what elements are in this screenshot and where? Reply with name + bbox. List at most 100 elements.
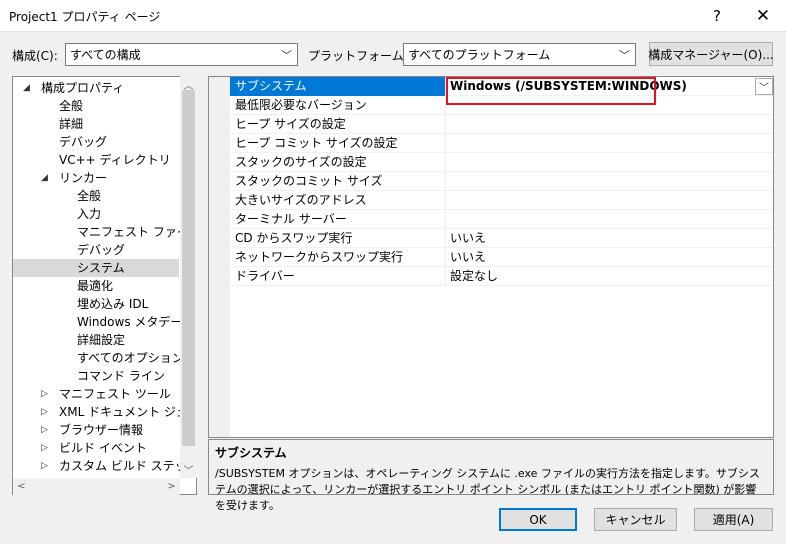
apply-button[interactable]: 適用(A)	[694, 508, 773, 531]
expand-arrow-icon[interactable]: ▷	[41, 457, 48, 475]
tree-item-label: 埋め込み IDL	[77, 297, 149, 311]
property-value[interactable]: 設定なし	[447, 267, 773, 286]
grid-row-gutter	[209, 191, 230, 210]
tree-item[interactable]: 全般	[13, 187, 179, 205]
window-title: Project1 プロパティ ページ	[9, 10, 161, 24]
tree-item[interactable]: ▷ ブラウザー情報	[13, 421, 179, 439]
platform-dropdown[interactable]: すべてのプラットフォーム ﹀	[403, 43, 636, 66]
tree-item[interactable]: システム	[13, 259, 179, 277]
tree-item-label: ビルド イベント	[59, 441, 147, 455]
property-value[interactable]	[447, 172, 773, 191]
tree-item[interactable]: 全般	[13, 97, 179, 115]
tree-item-label: マニフェスト ファイル	[77, 225, 197, 239]
tree-item[interactable]: コマンド ライン	[13, 367, 179, 385]
grid-row[interactable]: スタックのコミット サイズ	[209, 172, 773, 191]
expand-arrow-icon[interactable]: ▷	[41, 439, 48, 457]
property-value[interactable]	[447, 210, 773, 229]
scroll-left-icon[interactable]: <	[13, 478, 30, 495]
grid-row[interactable]: ヒープ コミット サイズの設定	[209, 134, 773, 153]
collapse-arrow-icon[interactable]: ◢	[23, 79, 30, 97]
tree-item-label: VC++ ディレクトリ	[59, 153, 171, 167]
property-value[interactable]	[447, 134, 773, 153]
tree-item-label: 構成プロパティ	[41, 81, 125, 95]
grid-row[interactable]: ネットワークからスワップ実行 いいえ	[209, 248, 773, 267]
tree-item[interactable]: 入力	[13, 205, 179, 223]
tree-item[interactable]: ▷ ビルド イベント	[13, 439, 179, 457]
description-title: サブシステム	[215, 446, 287, 460]
tree-item[interactable]: ▷ カスタム ビルド ステップ	[13, 457, 196, 475]
tree-item-label: 詳細設定	[77, 333, 126, 347]
property-name[interactable]: ターミナル サーバー	[230, 210, 446, 229]
cancel-button[interactable]: キャンセル	[594, 508, 677, 531]
value-dropdown-chevron-icon[interactable]: ﹀	[755, 78, 773, 95]
tree-item[interactable]: 最適化	[13, 277, 179, 295]
tree-scroll-thumb[interactable]	[182, 90, 195, 446]
tree-item[interactable]: マニフェスト ファイル	[13, 223, 196, 241]
chevron-down-icon: ﹀	[619, 49, 630, 62]
tree-item[interactable]: ▷ マニフェスト ツール	[13, 385, 179, 403]
collapse-arrow-icon[interactable]: ◢	[41, 169, 48, 187]
config-manager-button[interactable]: 構成マネージャー(O)...	[648, 42, 774, 66]
expand-arrow-icon[interactable]: ▷	[41, 421, 48, 439]
grid-row-gutter	[209, 172, 230, 191]
tree-item[interactable]: 詳細設定	[13, 331, 179, 349]
grid-row[interactable]: ヒープ サイズの設定	[209, 115, 773, 134]
property-value[interactable]	[447, 153, 773, 172]
tree-item[interactable]: VC++ ディレクトリ	[13, 151, 179, 169]
tree-item[interactable]: デバッグ	[13, 241, 179, 259]
tree-item[interactable]: ◢ リンカー	[13, 169, 179, 187]
property-tree[interactable]: ◢ 構成プロパティ 全般 詳細 デバッグ VC++ ディレクトリ ◢ リンカー 全般 入力 マニフェ…	[12, 76, 197, 495]
expand-arrow-icon[interactable]: ▷	[41, 385, 48, 403]
property-name[interactable]: ネットワークからスワップ実行	[230, 248, 446, 267]
grid-row[interactable]: ターミナル サーバー	[209, 210, 773, 229]
property-name[interactable]: 最低限必要なバージョン	[230, 96, 446, 115]
tree-item-label: コマンド ライン	[77, 369, 165, 383]
property-value[interactable]	[447, 191, 773, 210]
property-grid[interactable]: サブシステム Windows (/SUBSYSTEM:WINDOWS) ﹀ 最低限必要…	[208, 76, 774, 438]
platform-value: すべてのプラットフォーム	[408, 48, 551, 62]
property-name[interactable]: スタックのコミット サイズ	[230, 172, 446, 191]
grid-row-gutter	[209, 153, 230, 172]
tree-item-label: システム	[77, 261, 125, 275]
tree-item-label: XML ドキュメント ジェネレー	[59, 405, 196, 419]
grid-row[interactable]: 大きいサイズのアドレス	[209, 191, 773, 210]
tree-item-label: デバッグ	[59, 135, 108, 149]
tree-item[interactable]: デバッグ	[13, 133, 179, 151]
property-name[interactable]: CD からスワップ実行	[230, 229, 446, 248]
grid-row[interactable]: スタックのサイズの設定	[209, 153, 773, 172]
tree-item-label: マニフェスト ツール	[59, 387, 171, 401]
tree-item[interactable]: 詳細	[13, 115, 179, 133]
close-button[interactable]: ✕	[740, 0, 786, 32]
tree-item[interactable]: ◢ 構成プロパティ	[13, 79, 179, 97]
property-name[interactable]: ドライバー	[230, 267, 446, 286]
scroll-right-icon[interactable]: >	[163, 478, 180, 495]
tree-item[interactable]: 埋め込み IDL	[13, 295, 179, 313]
grid-row[interactable]: ドライバー 設定なし	[209, 267, 773, 286]
grid-row-gutter	[209, 267, 230, 286]
property-name[interactable]: ヒープ サイズの設定	[230, 115, 446, 134]
description-body: /SUBSYSTEM オプションは、オペレーティング システムに .exe ファ…	[215, 467, 760, 512]
tree-item[interactable]: ▷ XML ドキュメント ジェネレー	[13, 403, 196, 421]
tree-horizontal-scrollbar[interactable]: < >	[13, 478, 180, 495]
property-value[interactable]	[447, 115, 773, 134]
property-name[interactable]: ヒープ コミット サイズの設定	[230, 134, 446, 153]
help-button[interactable]: ?	[694, 0, 740, 32]
tree-item-label: Windows メタデータ	[77, 315, 195, 329]
tree-item[interactable]: すべてのオプション	[13, 349, 184, 367]
tree-item-label: ブラウザー情報	[59, 423, 144, 437]
grid-row[interactable]: CD からスワップ実行 いいえ	[209, 229, 773, 248]
property-value[interactable]: いいえ	[447, 248, 773, 267]
config-value: すべての構成	[70, 48, 141, 62]
tree-item[interactable]: Windows メタデータ	[13, 313, 194, 331]
ok-button[interactable]: OK	[499, 508, 577, 531]
value-highlight-box	[446, 77, 656, 105]
property-value[interactable]: いいえ	[447, 229, 773, 248]
config-dropdown[interactable]: すべての構成 ﹀	[65, 43, 298, 66]
description-panel: サブシステム /SUBSYSTEM オプションは、オペレーティング システムに …	[208, 439, 774, 512]
property-name[interactable]: 大きいサイズのアドレス	[230, 191, 446, 210]
property-name[interactable]: サブシステム	[230, 77, 446, 96]
expand-arrow-icon[interactable]: ▷	[41, 403, 48, 421]
scroll-down-icon[interactable]: ﹀	[180, 461, 197, 478]
property-name[interactable]: スタックのサイズの設定	[230, 153, 446, 172]
title-bar: Project1 プロパティ ページ ? ✕	[0, 0, 786, 32]
